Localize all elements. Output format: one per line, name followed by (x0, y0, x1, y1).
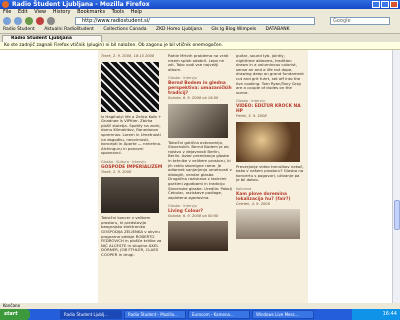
bookmark-item[interactable]: Collections Canada (103, 27, 146, 32)
article-text: Toksični gotična avtonomija, Slovenskih.… (168, 139, 232, 200)
title-bar: Radio Študent Ljubljana - Mozilla Firefo… (0, 0, 400, 9)
firefox-icon (2, 1, 9, 8)
article-image[interactable] (168, 221, 228, 252)
bookmarks-toolbar: Radio Študent Aktualni Radioštudent Coll… (0, 26, 400, 34)
bookmark-item[interactable]: Aktualni Radioštudent (44, 27, 94, 32)
back-icon[interactable] (3, 17, 11, 25)
scrollbar-thumb[interactable] (394, 200, 400, 230)
menu-history[interactable]: History (53, 9, 71, 15)
menu-file[interactable]: File (3, 9, 11, 15)
start-button[interactable]: start (0, 309, 30, 320)
notification-bar: Ko ste zadnjič zagnali Firefox vtičnik (… (0, 42, 400, 50)
window-title: Radio Študent Ljubljana - Mozilla Firefo… (12, 1, 150, 8)
browser-window: Radio Študent Ljubljana - Mozilla Firefo… (0, 0, 400, 320)
tab-bar: Radio Študent Ljubljana (0, 34, 400, 42)
page-content: Torek, 2. 9. 2008, 18:15 2008 Iz Hagihol… (98, 50, 308, 309)
article-text: Iz Hagiholyi life a Zelico Kolb + Gnadna… (101, 113, 162, 156)
article-image[interactable] (236, 121, 300, 162)
forward-icon[interactable] (14, 17, 22, 25)
maximize-button[interactable] (381, 1, 389, 8)
article-headline[interactable]: GOSPODE IMPERIALIZEM (101, 165, 163, 170)
taskbar-item[interactable]: Windows Live Mess... (252, 310, 314, 319)
search-input[interactable]: Google (330, 17, 390, 25)
reload-icon[interactable] (25, 17, 33, 25)
article-meta: Četrtek, 4. 9. 2008 (236, 201, 270, 206)
tab-radio-student[interactable]: Radio Študent Ljubljana (2, 35, 102, 42)
page-viewport: Torek, 2. 9. 2008, 18:15 2008 Iz Hagihol… (0, 50, 392, 309)
menu-edit[interactable]: Edit (18, 9, 28, 15)
article-text: Rahle Mrtvih problema na vrati nisem spl… (168, 53, 229, 72)
system-tray-clock: 16:44 (352, 309, 400, 320)
article-image[interactable] (168, 103, 228, 138)
article-meta: Sobota, 6. 9. 2008 ob 00:00 (168, 213, 219, 218)
status-text: Končano (3, 303, 21, 308)
bookmark-item[interactable]: Gls Ig Blog Wimpels (211, 27, 256, 32)
bookmark-item[interactable]: DATABANK (266, 27, 290, 32)
close-button[interactable] (390, 1, 398, 8)
bookmark-item[interactable]: Radio Študent (3, 27, 35, 32)
home-icon[interactable] (47, 17, 55, 25)
taskbar-item[interactable]: Radio Študent - Mozilla... (124, 310, 186, 319)
article-meta: Petek, 5. 9. 2008 (236, 113, 267, 118)
article-meta: Sobota, 6. 9. 2008 ob 16:00 (168, 95, 219, 100)
window-controls (372, 1, 398, 8)
bookmark-item[interactable]: ZKD Homo Ljubljana (156, 27, 202, 32)
menu-bookmarks[interactable]: Bookmarks (77, 9, 105, 15)
column-middle: Rahle Mrtvih problema na vrati nisem spl… (168, 50, 232, 254)
menu-bar: File Edit View History Bookmarks Tools H… (0, 9, 400, 16)
menu-view[interactable]: View (34, 9, 46, 15)
column-left: Torek, 2. 9. 2008, 18:15 2008 Iz Hagihol… (101, 50, 163, 257)
menu-help[interactable]: Help (131, 9, 142, 15)
taskbar: start Radio Študent Ljublj... Radio Štud… (0, 309, 400, 320)
article-headline[interactable]: Kam plove doremina lokalizacija hu? (fai… (236, 192, 304, 202)
article-image[interactable] (236, 209, 300, 240)
article-text: guitar, sound tyb. jointly, nighttime ab… (236, 53, 304, 95)
minimize-button[interactable] (372, 1, 380, 8)
article-image[interactable] (101, 61, 159, 112)
article-image[interactable] (101, 177, 159, 214)
article-text: Toksični koncer v velikem prostoru, ki p… (101, 215, 162, 257)
stop-icon[interactable] (36, 17, 44, 25)
article-meta: Torek, 2. 9. 2008 (101, 169, 132, 174)
vertical-scrollbar[interactable] (392, 50, 400, 309)
article-headline[interactable]: VIDEO: EDLTUR KROCK NA HP (236, 104, 304, 114)
article-meta: Torek, 2. 9. 2008, 18:15 2008 (101, 54, 155, 58)
column-right: guitar, sound tyb. jointly, nighttime ab… (236, 50, 304, 242)
menu-tools[interactable]: Tools (112, 9, 124, 15)
taskbar-item[interactable]: Eurocom - Kamena... (188, 310, 250, 319)
article-headline[interactable]: Bernd Bodem in gledna perspektiva: umaza… (168, 81, 232, 96)
url-input[interactable]: http://www.radiostudent.si/ (75, 17, 315, 25)
taskbar-item[interactable]: Radio Študent Ljublj... (60, 310, 122, 319)
navigation-toolbar: http://www.radiostudent.si/ Google (0, 16, 400, 26)
article-text: Preverjanje video trenutkov nekoč, kako … (236, 163, 304, 183)
